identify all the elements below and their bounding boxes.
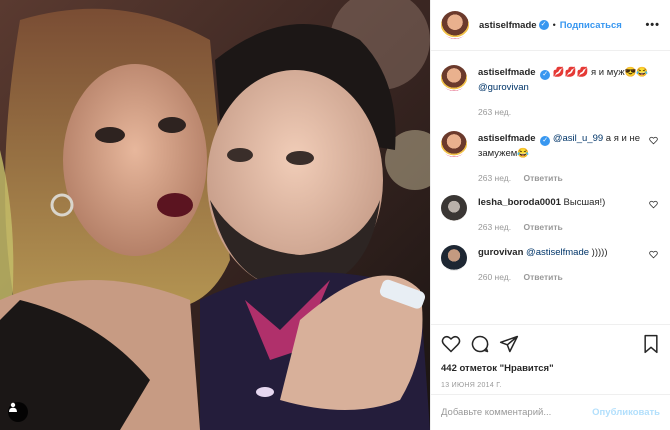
comment-input[interactable] [441, 407, 593, 418]
comment-username[interactable]: gurovivan [478, 247, 523, 258]
comment-time[interactable]: 263 нед. [478, 107, 511, 117]
comment-meta: 263 нед. [478, 105, 660, 120]
verified-badge-icon: ✓ [538, 20, 549, 30]
comment-item: gurovivan @astiselfmade ))))) 260 нед. О… [441, 245, 660, 295]
comment-mention[interactable]: @astiselfmade [526, 247, 589, 258]
comment-time[interactable]: 263 нед. [478, 173, 511, 183]
comment-avatar[interactable] [441, 131, 467, 157]
comment-mention[interactable]: @gurovivan [478, 82, 529, 93]
reply-button[interactable]: Ответить [523, 222, 562, 232]
comment-avatar[interactable] [441, 245, 467, 271]
post-photo[interactable] [0, 0, 430, 430]
separator-dot: • [552, 20, 556, 30]
follow-button[interactable]: Подписаться [560, 20, 622, 31]
share-icon[interactable] [499, 334, 519, 354]
selfie-image [0, 0, 430, 430]
author-avatar[interactable] [441, 11, 469, 39]
comment-heart-icon[interactable] [649, 200, 658, 211]
more-options-icon[interactable]: ••• [645, 19, 660, 31]
user-tag-icon[interactable] [8, 402, 28, 422]
heart-icon[interactable] [441, 334, 461, 354]
post-date[interactable]: 13 ИЮНЯ 2014 Г. [441, 382, 660, 389]
comment-username[interactable]: astiselfmade [478, 133, 536, 144]
comment-mention[interactable]: @asil_u_99 [553, 133, 603, 144]
verified-badge-icon: ✓ [540, 136, 551, 146]
comment-username[interactable]: astiselfmade [478, 67, 536, 78]
reply-button[interactable]: Ответить [523, 173, 562, 183]
comment-heart-icon[interactable] [649, 250, 658, 261]
comment-time[interactable]: 260 нед. [478, 272, 511, 282]
comments-list: astiselfmade ✓ 💋💋💋 я и муж😎😂 @gurovivan … [431, 52, 670, 324]
comment-avatar[interactable] [441, 195, 467, 221]
publish-button[interactable]: Опубликовать [592, 407, 660, 418]
comment-username[interactable]: lesha_boroda0001 [478, 197, 561, 208]
comment-time[interactable]: 263 нед. [478, 222, 511, 232]
likes-count[interactable]: 442 отметок "Нравится" [441, 363, 660, 374]
comment-item: astiselfmade ✓ 💋💋💋 я и муж😎😂 @gurovivan … [441, 65, 660, 131]
reply-button[interactable]: Ответить [523, 272, 562, 282]
post-actions: 442 отметок "Нравится" 13 ИЮНЯ 2014 Г. [431, 324, 670, 394]
comment-text: ))))) [589, 247, 608, 258]
comment-meta: 263 нед. Ответить [478, 220, 660, 235]
comment-meta: 260 нед. Ответить [478, 270, 660, 285]
comment-text: 💋💋💋 я и муж😎😂 [552, 67, 649, 78]
post-side-panel: astiselfmade ✓ • Подписаться ••• astisel… [430, 0, 670, 430]
comment-item: astiselfmade ✓ @asil_u_99 а я и не замуж… [441, 131, 660, 195]
bookmark-icon[interactable] [642, 334, 660, 354]
verified-badge-icon: ✓ [540, 70, 551, 80]
author-username[interactable]: astiselfmade [479, 20, 537, 31]
comment-text: Высшая!) [563, 197, 606, 208]
comment-meta: 263 нед. Ответить [478, 171, 660, 186]
comment-item: lesha_boroda0001 Высшая!) 263 нед. Ответ… [441, 195, 660, 245]
comment-avatar[interactable] [441, 65, 467, 91]
comment-heart-icon[interactable] [649, 136, 658, 147]
comment-icon[interactable] [470, 334, 490, 354]
post-header: astiselfmade ✓ • Подписаться ••• [431, 0, 670, 51]
add-comment-bar: Опубликовать [431, 394, 670, 430]
